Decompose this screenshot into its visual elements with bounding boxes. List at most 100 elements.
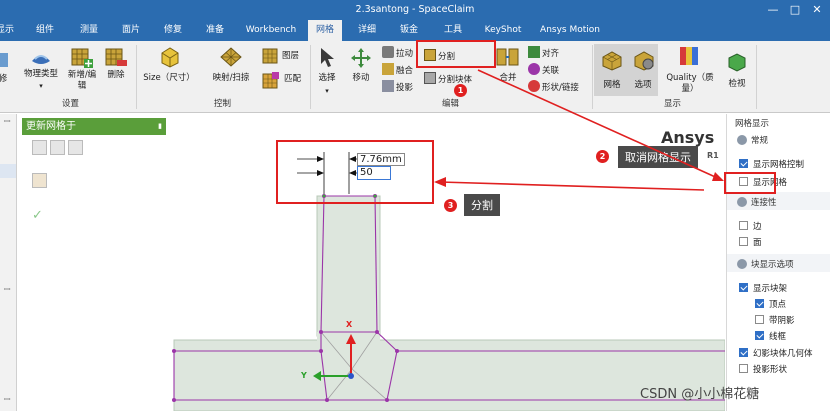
- quality-button[interactable]: Quality（质量）: [662, 73, 718, 95]
- phantom-block-geometry-checkbox[interactable]: 幻影块体几何体: [739, 347, 813, 359]
- mesh-display-icon: [602, 51, 622, 71]
- checkbox[interactable]: [739, 348, 748, 357]
- move-button[interactable]: 移动: [346, 73, 376, 84]
- ribbon: 修 物理类型 ▾ 新增/编辑 删除 设置 Size（尺寸） 映射/扫掠 图层 匹…: [0, 41, 830, 113]
- pin-icon[interactable]: ▮: [158, 118, 162, 135]
- map-sweep-button[interactable]: 映射/扫掠: [206, 73, 256, 84]
- checkbox[interactable]: [739, 221, 748, 230]
- options-button[interactable]: 选项: [628, 80, 658, 91]
- inspect-button[interactable]: 检视: [722, 79, 752, 90]
- annotation-badge-2: 2: [596, 150, 609, 163]
- window-title: 2.3santong - SpaceClaim: [355, 4, 475, 15]
- section-block-display[interactable]: 块显示选项: [737, 258, 794, 270]
- minimize-button[interactable]: —: [764, 1, 782, 18]
- delete-button[interactable]: 删除: [102, 70, 130, 81]
- show-mesh-control-checkbox[interactable]: 显示网格控制: [739, 158, 804, 170]
- faces-checkbox[interactable]: 面: [739, 236, 762, 248]
- checkbox[interactable]: [739, 364, 748, 373]
- tab-ansys-motion[interactable]: Ansys Motion: [538, 20, 602, 41]
- select-body-tool-icon[interactable]: [68, 140, 83, 155]
- tab-workbench[interactable]: Workbench: [240, 20, 302, 41]
- move-icon: [351, 48, 371, 68]
- associate-icon: [528, 63, 540, 75]
- structure-row[interactable]: [0, 164, 16, 178]
- shape-link-icon: [528, 80, 540, 92]
- match-button[interactable]: 匹配: [284, 72, 301, 86]
- select-button[interactable]: 选择: [314, 73, 340, 84]
- inspect-icon: [728, 53, 746, 72]
- checkbox[interactable]: [755, 315, 764, 324]
- repair-button[interactable]: 修: [0, 74, 10, 85]
- watermark: CSDN @小小棉花糖: [640, 387, 760, 402]
- partial-icon: [0, 53, 8, 67]
- new-edit-icon: [71, 48, 93, 68]
- associate-button[interactable]: 关联: [528, 63, 559, 77]
- annotation-badge-3: 3: [444, 199, 457, 212]
- tab-prepare[interactable]: 准备: [198, 20, 232, 41]
- checkmark-icon[interactable]: ✓: [32, 208, 43, 223]
- project-icon: [382, 80, 394, 92]
- structure-panel-edge: ꟷ ꟷ ꟷ: [0, 114, 17, 411]
- tab-display[interactable]: 显示: [0, 20, 16, 41]
- tab-tools[interactable]: 工具: [436, 20, 470, 41]
- projected-shape-checkbox[interactable]: 投影形状: [739, 363, 787, 375]
- pin-icon[interactable]: ꟷ: [4, 284, 11, 295]
- size-button[interactable]: Size（尺寸）: [140, 73, 198, 84]
- layer-button[interactable]: 图层: [282, 49, 299, 63]
- delete-icon: [105, 48, 127, 66]
- match-icon: [262, 72, 279, 89]
- close-button[interactable]: ✕: [808, 1, 826, 18]
- shaded-checkbox[interactable]: 带阴影: [755, 314, 795, 326]
- select-tool-icon[interactable]: [32, 140, 47, 155]
- axis-y-label: Y: [301, 371, 307, 380]
- mesh-display-panel: 网格显示 常规 显示网格控制 显示网格 连接性 边 面 块显示选项 显示块架 顶…: [726, 114, 830, 411]
- tab-measure[interactable]: 测量: [72, 20, 106, 41]
- blend-button[interactable]: 融合: [382, 63, 413, 77]
- shape-link-button[interactable]: 形状/链接: [528, 80, 579, 94]
- pin-icon[interactable]: ꟷ: [4, 394, 11, 405]
- chevron-down-icon[interactable]: ▾: [322, 86, 332, 97]
- checkbox[interactable]: [739, 237, 748, 246]
- mesh-display-button[interactable]: 网格: [598, 80, 626, 91]
- project-button[interactable]: 投影: [382, 80, 413, 94]
- tool-panel-title: 更新网格于: [26, 121, 76, 132]
- wireframe-checkbox[interactable]: 线框: [755, 330, 786, 342]
- split-block-button[interactable]: 分割块体: [424, 72, 472, 86]
- merge-button[interactable]: 合并: [496, 73, 520, 84]
- maximize-button[interactable]: □: [786, 1, 804, 18]
- checkbox[interactable]: [755, 299, 764, 308]
- tab-mesh[interactable]: 网格: [308, 20, 342, 41]
- checkbox[interactable]: [739, 159, 748, 168]
- pull-button[interactable]: 拉动: [382, 46, 413, 60]
- axis-x-label: X: [346, 320, 353, 329]
- show-block-frame-checkbox[interactable]: 显示块架: [739, 282, 787, 294]
- new-edit-button[interactable]: 新增/编辑: [64, 70, 100, 92]
- physics-type-button[interactable]: 物理类型: [20, 69, 62, 80]
- tab-sheetmetal[interactable]: 钣金: [392, 20, 426, 41]
- section-general[interactable]: 常规: [737, 134, 768, 146]
- align-icon: [528, 46, 540, 58]
- title-bar: 2.3santong - SpaceClaim — □ ✕: [0, 0, 830, 20]
- tab-repair[interactable]: 修复: [156, 20, 190, 41]
- pin-icon[interactable]: ꟷ: [4, 116, 11, 127]
- vertices-checkbox[interactable]: 顶点: [755, 298, 786, 310]
- tab-detail[interactable]: 详细: [350, 20, 384, 41]
- split-block-icon: [424, 72, 436, 84]
- group-label-display: 显示: [664, 99, 682, 109]
- merge-icon: [496, 48, 519, 66]
- tab-facets[interactable]: 面片: [114, 20, 148, 41]
- checkbox[interactable]: [755, 331, 764, 340]
- tab-keyshot[interactable]: KeyShot: [478, 20, 528, 41]
- annotation-badge-1: 1: [454, 84, 467, 97]
- tab-components[interactable]: 组件: [28, 20, 62, 41]
- checkbox[interactable]: [739, 283, 748, 292]
- blend-icon: [382, 63, 394, 75]
- option-tool-icon[interactable]: [32, 173, 47, 188]
- chevron-down-icon[interactable]: ▾: [36, 81, 46, 92]
- group-label-control: 控制: [214, 99, 232, 109]
- edges-checkbox[interactable]: 边: [739, 220, 762, 232]
- tool-panel-header: 更新网格于 ▮: [22, 118, 166, 135]
- select-edge-tool-icon[interactable]: [50, 140, 65, 155]
- align-button[interactable]: 对齐: [528, 46, 559, 60]
- section-connectivity[interactable]: 连接性: [737, 196, 777, 208]
